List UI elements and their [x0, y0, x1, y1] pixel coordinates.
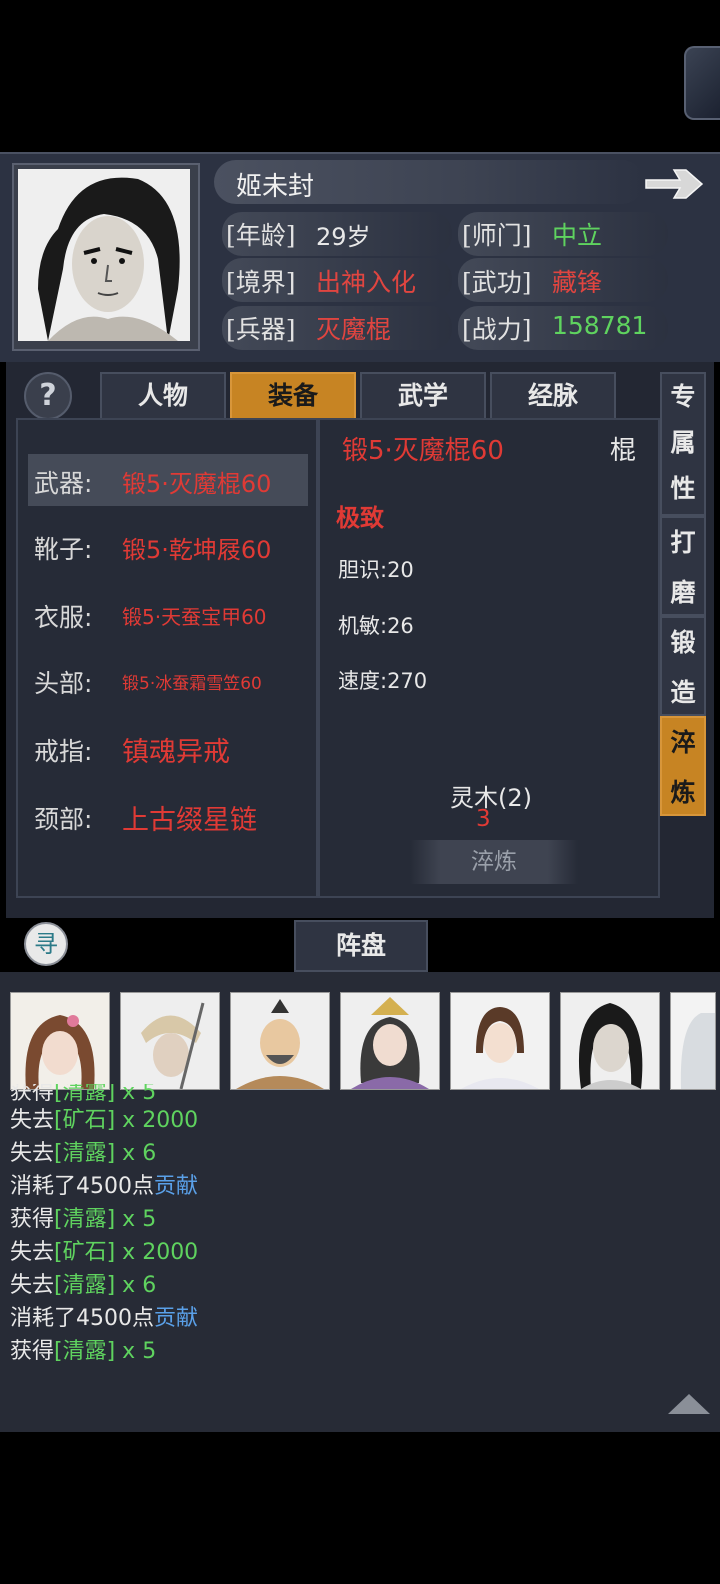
- item-stat: 速度:270: [338, 669, 428, 693]
- party-avatar[interactable]: [670, 992, 716, 1090]
- help-icon[interactable]: ?: [24, 372, 72, 420]
- realm-value: 出神入化: [316, 268, 417, 297]
- age-label: [年龄]: [226, 221, 296, 250]
- log-item: [矿石]: [54, 1108, 116, 1133]
- sect-label: [师门]: [462, 221, 532, 250]
- log-line: 消耗了4500点贡献: [10, 1168, 198, 1200]
- side-tab-exclusive-attr[interactable]: 专属性: [660, 372, 706, 516]
- skill-label: [武功]: [462, 268, 532, 297]
- slot-label: 靴子:: [34, 535, 93, 564]
- slot-value: 锻5·冰蚕霜雪笠60: [122, 674, 262, 694]
- log-qty: x 5: [115, 1339, 157, 1364]
- log-item: [矿石]: [54, 1240, 116, 1265]
- log-line: 获得[清露] x 5: [10, 1201, 156, 1233]
- log-text: 获得: [10, 1207, 55, 1232]
- book-icon[interactable]: [684, 46, 720, 120]
- weapon-label: [兵器]: [226, 315, 296, 344]
- item-quality: 极致: [336, 503, 384, 532]
- log-line: 失去[清露] x 6: [10, 1135, 156, 1167]
- item-type: 棍: [610, 436, 637, 466]
- log-link[interactable]: 贡献: [154, 1306, 198, 1331]
- side-tab-forge[interactable]: 锻造: [660, 616, 706, 716]
- side-tab-label: 打磨: [670, 528, 696, 607]
- material-count: 3: [476, 806, 491, 832]
- party-avatar[interactable]: [560, 992, 660, 1090]
- arrow-right-icon[interactable]: [642, 164, 706, 204]
- log-text: 消耗了4500点: [10, 1306, 154, 1331]
- xun-icon[interactable]: 寻: [24, 922, 68, 966]
- power-value: 158781: [552, 311, 648, 340]
- side-tab-label: 专属性: [670, 382, 696, 503]
- side-tab-polish[interactable]: 打磨: [660, 516, 706, 616]
- refine-button[interactable]: 淬炼: [410, 840, 578, 884]
- party-avatar[interactable]: [10, 992, 110, 1090]
- slot-label: 戒指:: [34, 737, 93, 766]
- log-text: 获得: [10, 1339, 55, 1364]
- log-text: 失去: [10, 1273, 55, 1298]
- slot-weapon[interactable]: 武器: 锻5·灭魔棍60: [28, 454, 308, 506]
- log-qty: x 6: [115, 1273, 157, 1298]
- scroll-up-icon[interactable]: [668, 1394, 710, 1414]
- slot-boots[interactable]: 靴子: 锻5·乾坤屐60: [28, 520, 308, 572]
- party-avatar[interactable]: [120, 992, 220, 1090]
- character-name: 姬未封: [236, 172, 315, 202]
- log-item: [清露]: [54, 1273, 116, 1298]
- side-tab-label: 淬炼: [670, 728, 696, 807]
- side-tab-temper[interactable]: 淬炼: [660, 716, 706, 816]
- tab-meridians[interactable]: 经脉: [490, 372, 616, 420]
- log-text: 失去: [10, 1240, 55, 1265]
- material-name: 灵木(2): [450, 784, 532, 812]
- log-item: [清露]: [54, 1141, 116, 1166]
- slot-neck[interactable]: 颈部: 上古缀星链: [28, 790, 308, 842]
- log-qty: x 6: [115, 1141, 157, 1166]
- log-item: [清露]: [54, 1207, 116, 1232]
- log-text: 消耗了4500点: [10, 1174, 154, 1199]
- slot-value: 锻5·乾坤屐60: [122, 536, 272, 564]
- log-qty: x 2000: [115, 1240, 199, 1265]
- slot-label: 武器:: [34, 469, 93, 498]
- tab-character[interactable]: 人物: [100, 372, 226, 420]
- slot-ring[interactable]: 戒指: 镇魂异戒: [28, 722, 308, 774]
- log-text: 失去: [10, 1108, 55, 1133]
- log-qty: x 5: [115, 1207, 157, 1232]
- log-line: 消耗了4500点贡献: [10, 1300, 198, 1332]
- skill-value: 藏锋: [552, 268, 603, 297]
- log-line: 失去[矿石] x 2000: [10, 1102, 198, 1134]
- slot-value: 上古缀星链: [122, 805, 257, 836]
- tab-martial-arts[interactable]: 武学: [360, 372, 486, 420]
- item-stat: 胆识:20: [338, 558, 414, 582]
- slot-value: 锻5·灭魔棍60: [122, 470, 272, 498]
- log-qty: x 2000: [115, 1108, 199, 1133]
- power-label: [战力]: [462, 315, 532, 344]
- character-portrait[interactable]: [18, 169, 190, 341]
- slot-label: 头部:: [34, 669, 93, 698]
- slot-label: 衣服:: [34, 603, 93, 632]
- item-title: 锻5·灭魔棍60: [342, 436, 504, 466]
- slot-clothes[interactable]: 衣服: 锻5·天蚕宝甲60: [28, 588, 308, 640]
- log-line: 失去[清露] x 6: [10, 1267, 156, 1299]
- realm-label: [境界]: [226, 268, 296, 297]
- age-value: 29岁: [316, 223, 371, 251]
- log-line: 失去[矿石] x 2000: [10, 1234, 198, 1266]
- party-avatar[interactable]: [340, 992, 440, 1090]
- side-tab-label: 锻造: [670, 628, 696, 707]
- log-link[interactable]: 贡献: [154, 1174, 198, 1199]
- slot-head[interactable]: 头部: 锻5·冰蚕霜雪笠60: [28, 654, 308, 706]
- formation-button[interactable]: 阵盘: [294, 920, 428, 972]
- sect-value: 中立: [552, 221, 603, 250]
- slot-value: 锻5·天蚕宝甲60: [122, 605, 267, 629]
- log-line: 获得[清露] x 5: [10, 1333, 156, 1365]
- weapon-value: 灭魔棍: [316, 315, 392, 344]
- slot-label: 颈部:: [34, 805, 93, 834]
- item-stat: 机敏:26: [338, 614, 414, 638]
- log-text: 失去: [10, 1141, 55, 1166]
- tab-equipment[interactable]: 装备: [230, 372, 356, 420]
- party-avatar[interactable]: [230, 992, 330, 1090]
- log-item: [清露]: [54, 1339, 116, 1364]
- party-avatar[interactable]: [450, 992, 550, 1090]
- slot-value: 镇魂异戒: [122, 737, 230, 768]
